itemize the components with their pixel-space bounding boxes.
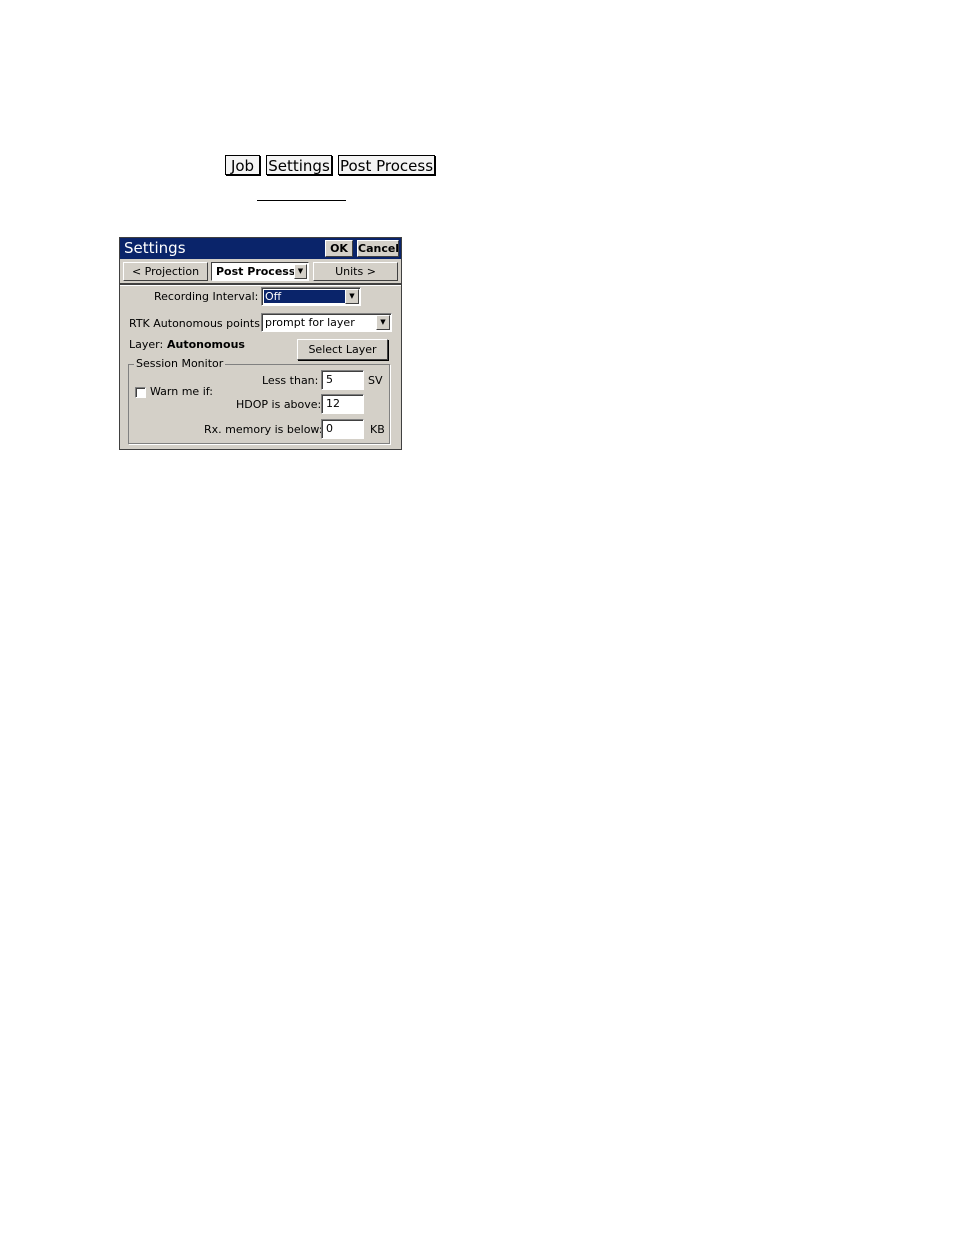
rx-memory-label: Rx. memory is below: [204,423,323,436]
tab-post-process[interactable]: Post Process ▼ [211,262,309,281]
breadcrumb-settings[interactable]: Settings [266,155,332,175]
cancel-button[interactable]: Cancel [357,240,399,257]
kb-unit-label: KB [370,423,385,436]
rtk-autonomous-value: prompt for layer [265,316,355,329]
breadcrumb-post-process[interactable]: Post Process [338,155,435,175]
hdop-label: HDOP is above: [236,398,322,411]
select-layer-button[interactable]: Select Layer [297,339,388,360]
less-than-input[interactable]: 5 [321,370,364,390]
rtk-autonomous-select[interactable]: prompt for layer ▼ [261,313,392,332]
chevron-down-icon[interactable]: ▼ [376,315,390,330]
divider [120,283,401,286]
dialog-title: Settings [124,239,186,257]
sv-unit-label: SV [368,374,383,387]
tab-units[interactable]: Units > [313,262,398,281]
settings-dialog: Settings OK Cancel < Projection Post Pro… [119,237,402,450]
section-nav: < Projection Post Process ▼ Units > [120,261,401,283]
session-monitor-title: Session Monitor [134,357,226,371]
recording-interval-label: Recording Interval: [154,290,259,303]
title-bar: Settings OK Cancel [120,238,401,259]
recording-interval-value: Off [264,290,346,303]
hdop-input[interactable]: 12 [321,394,364,414]
tab-post-process-label: Post Process [216,265,296,278]
less-than-label: Less than: [262,374,319,387]
chevron-down-icon[interactable]: ▼ [294,264,307,279]
warn-checkbox[interactable] [135,387,146,398]
rx-memory-input[interactable]: 0 [321,419,364,439]
session-monitor-group: Session Monitor Warn me if: Less than: 5… [128,357,390,444]
rtk-autonomous-label: RTK Autonomous points: [129,317,264,330]
warn-label[interactable]: Warn me if: [150,385,213,399]
layer-label: Layer: [129,338,164,351]
tab-projection[interactable]: < Projection [123,262,208,281]
divider [257,200,346,201]
ok-button[interactable]: OK [325,240,353,257]
layer-value: Autonomous [167,338,245,351]
recording-interval-select[interactable]: Off ▼ [261,287,361,306]
breadcrumb-job[interactable]: Job [225,155,260,175]
chevron-down-icon[interactable]: ▼ [345,289,359,304]
